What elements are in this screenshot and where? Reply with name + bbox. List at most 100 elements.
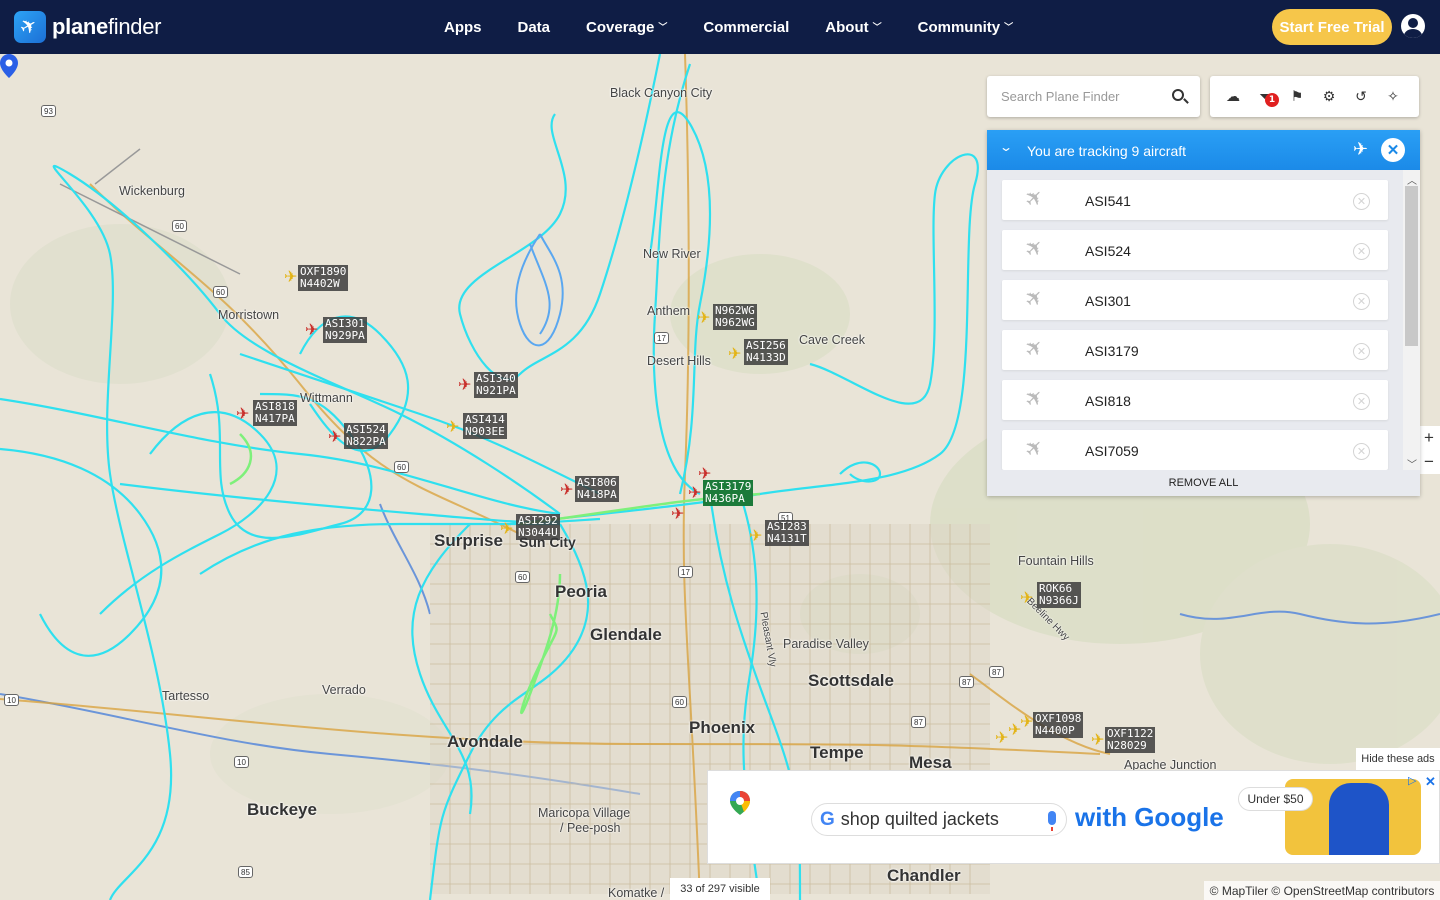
remove-tracked-icon[interactable]: ✕: [1353, 343, 1370, 360]
tracked-aircraft-callsign: ASI7059: [1085, 443, 1139, 459]
highway-shield: 60: [213, 286, 228, 298]
nav-about[interactable]: About ﹀: [825, 19, 881, 36]
highway-shield: 60: [172, 220, 187, 232]
place-label: Phoenix: [689, 718, 756, 737]
aircraft-label[interactable]: OXF1098 N4400P: [1033, 712, 1084, 738]
remove-all-button[interactable]: REMOVE ALL: [987, 470, 1420, 496]
chevron-down-icon[interactable]: ﹀: [1407, 456, 1417, 471]
aircraft-label[interactable]: OXF1890 N4402W: [298, 265, 349, 291]
start-free-trial-button[interactable]: Start Free Trial: [1272, 9, 1392, 45]
tracked-aircraft-row[interactable]: ✈ ASI301 ✕: [1002, 280, 1388, 320]
aircraft-marker-icon[interactable]: ✈: [328, 429, 341, 445]
plane-icon: ✈: [1019, 433, 1051, 465]
zoom-out-button[interactable]: −: [1418, 450, 1440, 474]
planefinder-logo[interactable]: planefinder: [14, 11, 162, 43]
place-label: / Pee-posh: [560, 821, 621, 835]
search-input[interactable]: [987, 89, 1157, 104]
aircraft-marker-icon[interactable]: ✈: [728, 346, 741, 362]
aircraft-label[interactable]: OXF1122 N28029: [1105, 727, 1156, 753]
tracked-aircraft-callsign: ASI818: [1085, 393, 1131, 409]
ad-price-tag: Under $50: [1238, 787, 1313, 811]
place-label: Paradise Valley: [783, 637, 869, 651]
aircraft-label[interactable]: ASI818 N417PA: [253, 400, 297, 426]
remove-tracked-icon[interactable]: ✕: [1353, 443, 1370, 460]
tracked-aircraft-callsign: ASI3179: [1085, 343, 1139, 359]
aircraft-marker-icon[interactable]: ✈: [284, 269, 297, 285]
map-attribution[interactable]: © MapTiler © OpenStreetMap contributors: [1204, 881, 1440, 900]
tracked-aircraft-row[interactable]: ✈ ASI7059 ✕: [1002, 430, 1388, 470]
map-toolbar: ☁ ⏷1 ⚑ ⚙ ↺ ✧: [1210, 76, 1419, 117]
aircraft-marker-icon[interactable]: ✈: [1091, 732, 1104, 748]
aircraft-marker-icon[interactable]: ✈: [500, 521, 513, 537]
nav-data[interactable]: Data: [518, 19, 551, 36]
aircraft-label[interactable]: ASI340 N921PA: [474, 372, 518, 398]
nav-apps[interactable]: Apps: [444, 19, 482, 36]
tracked-aircraft-row[interactable]: ✈ ASI3179 ✕: [1002, 330, 1388, 370]
aircraft-marker-icon[interactable]: ✈: [688, 485, 701, 501]
tracked-aircraft-row[interactable]: ✈ ASI541 ✕: [1002, 180, 1388, 220]
location-pin-icon[interactable]: [0, 54, 18, 78]
aircraft-marker-icon[interactable]: ✈: [305, 322, 318, 338]
google-ad-banner[interactable]: G shop quilted jackets with Google Under…: [707, 770, 1440, 864]
aircraft-label[interactable]: ASI301 N929PA: [323, 317, 367, 343]
nav-commercial[interactable]: Commercial: [703, 19, 789, 36]
remove-tracked-icon[interactable]: ✕: [1353, 193, 1370, 210]
aircraft-marker-icon[interactable]: ✈: [560, 482, 573, 498]
aircraft-marker-icon[interactable]: ✈: [671, 506, 684, 522]
aircraft-label-selected[interactable]: ASI3179 N436PA: [703, 480, 754, 506]
search-icon[interactable]: [1172, 89, 1184, 101]
ad-search-pill[interactable]: G shop quilted jackets: [811, 803, 1067, 836]
tracked-aircraft-row[interactable]: ✈ ASI524 ✕: [1002, 230, 1388, 270]
chevron-up-icon[interactable]: ︿: [1407, 172, 1417, 187]
chevron-down-icon: ﹀: [872, 21, 882, 32]
nav-coverage[interactable]: Coverage ﹀: [586, 19, 667, 36]
user-circle-icon[interactable]: [1401, 14, 1425, 38]
hide-ads-button[interactable]: Hide these ads: [1356, 748, 1440, 770]
aircraft-marker-icon[interactable]: ✈: [1020, 590, 1033, 606]
aircraft-label[interactable]: ASI524 N822PA: [344, 423, 388, 449]
aircraft-marker-icon[interactable]: ✈: [236, 406, 249, 422]
place-label: Fountain Hills: [1018, 554, 1094, 568]
scrollbar-thumb[interactable]: [1405, 186, 1418, 346]
bookmark-icon[interactable]: ⚑: [1286, 86, 1308, 108]
aircraft-marker-icon[interactable]: ✈: [749, 528, 762, 544]
cloud-upload-icon[interactable]: ☁: [1222, 86, 1244, 108]
layers-icon[interactable]: ✧: [1382, 86, 1404, 108]
filter-icon[interactable]: ⏷1: [1254, 86, 1279, 108]
nav-community[interactable]: Community ﹀: [918, 19, 1014, 36]
aircraft-marker-icon[interactable]: ✈: [458, 377, 471, 393]
tracked-aircraft-callsign: ASI541: [1085, 193, 1131, 209]
place-label: Wickenburg: [119, 184, 185, 198]
aircraft-label[interactable]: ROK66 N9366J: [1037, 582, 1081, 608]
aircraft-marker-icon[interactable]: ✈: [995, 730, 1008, 746]
zoom-in-button[interactable]: +: [1418, 426, 1440, 450]
highway-shield: 93: [41, 105, 56, 117]
place-label: Black Canyon City: [610, 86, 713, 100]
remove-tracked-icon[interactable]: ✕: [1353, 393, 1370, 410]
history-icon[interactable]: ↺: [1350, 86, 1372, 108]
settings-icon[interactable]: ⚙: [1318, 86, 1340, 108]
zoom-controls: + −: [1418, 426, 1440, 474]
aircraft-label[interactable]: N962WG N962WG: [713, 304, 757, 330]
aircraft-label[interactable]: ASI283 N4131T: [765, 520, 809, 546]
tracked-aircraft-row[interactable]: ✈ ASI818 ✕: [1002, 380, 1388, 420]
highway-shield: 10: [234, 756, 249, 768]
tracking-scrollbar[interactable]: ︿ ﹀: [1403, 170, 1420, 471]
aircraft-marker-icon[interactable]: ✈: [1020, 714, 1033, 730]
remove-tracked-icon[interactable]: ✕: [1353, 293, 1370, 310]
aircraft-label[interactable]: ASI414 N903EE: [463, 413, 507, 439]
highway-shield: 85: [238, 866, 253, 878]
ad-close-icon[interactable]: ✕: [1425, 774, 1436, 790]
aircraft-label[interactable]: ASI806 N418PA: [575, 476, 619, 502]
highway-shield: 17: [678, 566, 693, 578]
aircraft-marker-icon[interactable]: ✈: [446, 419, 459, 435]
aircraft-label[interactable]: ASI256 N4133D: [744, 339, 788, 365]
aircraft-marker-icon[interactable]: ✈: [697, 310, 710, 326]
aircraft-label[interactable]: ASI292 N3044U: [516, 514, 560, 540]
remove-tracked-icon[interactable]: ✕: [1353, 243, 1370, 260]
chevron-down-icon[interactable]: ⌄: [999, 140, 1013, 154]
adchoices-icon[interactable]: ▷: [1408, 774, 1416, 787]
close-tracking-button[interactable]: ✕: [1381, 138, 1405, 162]
ad-with-google: with Google: [1075, 802, 1224, 832]
highway-shield: 10: [4, 694, 19, 706]
